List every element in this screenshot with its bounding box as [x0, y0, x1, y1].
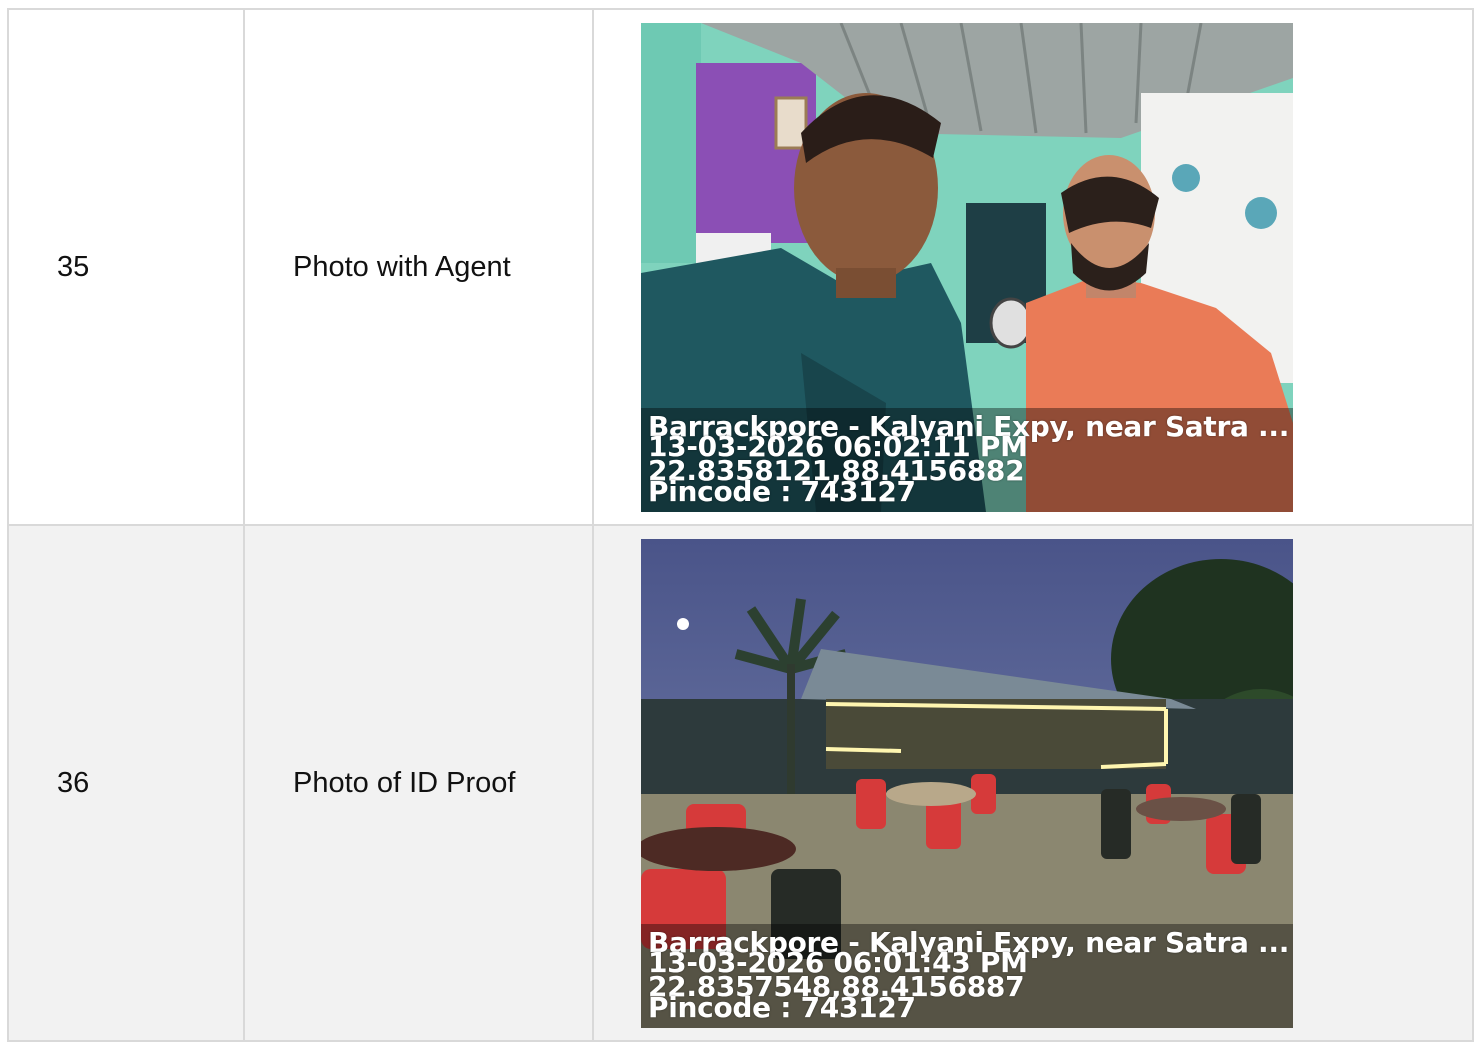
id-proof-photo[interactable]: Barrackpore - Kalyani Expy, near Satra .…: [641, 538, 1293, 1028]
table-row: 35 Photo with Agent Barrackpore - Kalyan…: [7, 8, 1474, 526]
stamp-pincode: Pincode : 743127: [648, 474, 916, 508]
row-number: 36: [7, 524, 245, 1042]
row-label: Photo with Agent: [243, 8, 594, 526]
location-stamp: Barrackpore - Kalyani Expy, near Satra .…: [641, 407, 1293, 512]
photo-cell: Barrackpore - Kalyani Expy, near Satra .…: [592, 524, 1474, 1042]
row-label: Photo of ID Proof: [243, 524, 594, 1042]
row-number: 35: [7, 8, 245, 526]
location-stamp: Barrackpore - Kalyani Expy, near Satra .…: [641, 923, 1293, 1028]
photo-report-table: 35 Photo with Agent Barrackpore - Kalyan…: [7, 8, 1474, 1042]
agent-photo[interactable]: Barrackpore - Kalyani Expy, near Satra .…: [641, 22, 1293, 512]
photo-cell: Barrackpore - Kalyani Expy, near Satra .…: [592, 8, 1474, 526]
table-row: 36 Photo of ID Proof Barrackpore - Kalya…: [7, 524, 1474, 1042]
stamp-pincode: Pincode : 743127: [648, 990, 916, 1024]
